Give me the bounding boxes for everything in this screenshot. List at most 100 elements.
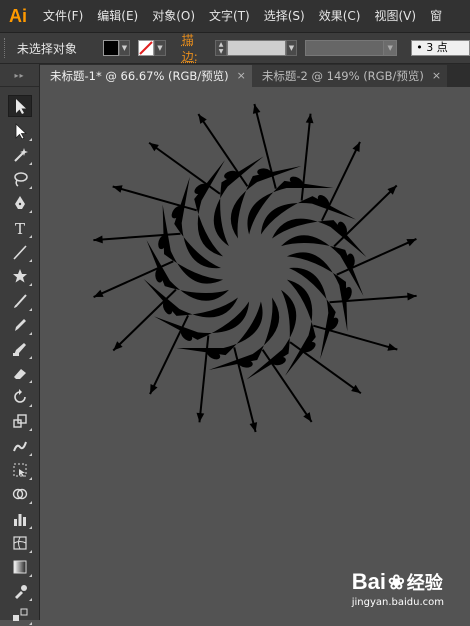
svg-text:T: T — [15, 220, 25, 237]
blob-brush-tool-button[interactable] — [8, 338, 32, 360]
flyout-indicator — [29, 622, 32, 625]
fill-dropdown-arrow[interactable]: ▼ — [118, 40, 131, 56]
selection-tool-icon — [16, 99, 26, 114]
stroke-dropdown-arrow[interactable]: ▼ — [154, 40, 166, 56]
pencil-tool-icon — [15, 319, 26, 331]
menu-file[interactable]: 文件(F) — [36, 0, 90, 32]
flyout-indicator — [29, 332, 32, 335]
variable-width-profile-select[interactable]: ▼ — [305, 40, 398, 56]
paintbrush-tool-button[interactable] — [8, 290, 32, 312]
spiral-arrow-line — [148, 141, 221, 195]
panel-grip[interactable] — [4, 38, 9, 58]
scale-tool-button[interactable] — [8, 410, 32, 432]
fill-swatch[interactable] — [102, 40, 119, 56]
flyout-indicator — [29, 380, 32, 383]
document-tabs: 未标题-1* @ 66.67% (RGB/预览) × 未标题-2 @ 149% … — [40, 64, 470, 87]
pencil-tool-button[interactable] — [8, 314, 32, 336]
stroke-label[interactable]: 描边: — [182, 31, 209, 65]
flyout-indicator — [29, 598, 32, 601]
flyout-indicator — [29, 138, 32, 141]
flyout-indicator — [29, 550, 32, 553]
spiral-arrowhead — [112, 185, 123, 193]
shape-builder-tool-icon — [12, 488, 28, 500]
spiral-blade — [162, 204, 224, 284]
spiral-arrowhead — [351, 384, 361, 394]
stroke-weight-spinner[interactable]: ▲ ▼ — [215, 40, 227, 56]
lasso-tool-icon — [14, 172, 28, 187]
lasso-tool-button[interactable] — [8, 168, 32, 190]
mesh-tool-button[interactable] — [8, 532, 32, 554]
line-segment-tool-button[interactable] — [8, 241, 32, 263]
type-tool-button[interactable]: T — [8, 217, 32, 239]
magic-wand-tool-button[interactable] — [8, 144, 32, 166]
spiral-arrow-line — [112, 288, 177, 352]
blend-tool-icon — [13, 608, 28, 621]
stroke-swatch-none[interactable] — [138, 40, 155, 56]
pen-tool-icon — [15, 196, 25, 209]
graph-tool-icon — [14, 514, 26, 526]
eraser-tool-button[interactable] — [8, 362, 32, 384]
tab-label: 未标题-2 @ 149% (RGB/预览) — [261, 69, 424, 83]
eraser-tool-icon — [14, 369, 26, 379]
menu-type[interactable]: 文字(T) — [202, 0, 257, 32]
pen-tool-button[interactable] — [8, 192, 32, 214]
stroke-weight-input[interactable] — [226, 40, 286, 56]
free-transform-tool-icon — [13, 463, 27, 477]
flyout-indicator — [29, 574, 32, 577]
spiral-arrowhead — [387, 343, 398, 351]
selection-tool-button[interactable] — [8, 95, 32, 117]
spiral-arrowhead — [149, 142, 159, 152]
chevron-down-icon: ▼ — [383, 41, 397, 55]
tools-panel-header[interactable]: ▸▸ — [0, 64, 39, 87]
graph-tool-button[interactable] — [8, 508, 32, 530]
tab-document-2[interactable]: 未标题-2 @ 149% (RGB/预览) × — [251, 65, 448, 87]
star-tool-button[interactable] — [8, 265, 32, 287]
flyout-indicator — [29, 308, 32, 311]
scale-tool-icon — [13, 414, 27, 428]
spiral-arrow-line — [321, 141, 361, 222]
flyout-indicator — [29, 235, 32, 238]
gradient-tool-button[interactable] — [8, 556, 32, 578]
watermark-url: jingyan.baidu.com — [351, 597, 444, 608]
spiral-arrowhead — [407, 292, 417, 301]
spiral-arrow-line — [261, 349, 313, 423]
eyedropper-tool-button[interactable] — [8, 580, 32, 602]
shape-builder-tool-button[interactable] — [8, 483, 32, 505]
flyout-indicator — [29, 526, 32, 529]
flyout-indicator — [29, 428, 32, 431]
direct-selection-tool-icon — [15, 123, 28, 140]
menu-view[interactable]: 视图(V) — [367, 0, 423, 32]
direct-selection-tool-button[interactable] — [8, 120, 32, 142]
flyout-indicator — [29, 283, 32, 286]
watermark-brand-suffix: 经验 — [406, 573, 443, 593]
close-icon[interactable]: × — [432, 65, 441, 87]
spiral-arrow-line — [197, 113, 249, 187]
stroke-weight-dropdown[interactable]: ▼ — [285, 40, 298, 56]
warp-tool-icon — [13, 441, 27, 452]
app-logo: Ai — [9, 5, 27, 26]
spiral-blade — [272, 218, 367, 258]
spiral-arrowhead — [303, 412, 312, 422]
tab-document-1[interactable]: 未标题-1* @ 66.67% (RGB/预览) × — [40, 65, 252, 87]
rotate-tool-icon — [14, 389, 26, 403]
spiral-arrow-line — [333, 184, 398, 248]
menu-window[interactable]: 窗 — [423, 0, 449, 32]
blend-tool-button[interactable] — [8, 604, 32, 626]
rotate-tool-button[interactable] — [8, 386, 32, 408]
paintbrush-tool-icon — [14, 294, 27, 308]
brush-point-select[interactable]: • 3 点 — [411, 40, 470, 56]
menu-object[interactable]: 对象(O) — [145, 0, 202, 32]
close-icon[interactable]: × — [237, 65, 246, 87]
control-bar: 未选择对象 ▼ ▼ 描边: ▲ ▼ ▼ ▼ • 3 点 — [0, 33, 470, 64]
artboard-canvas[interactable]: Bai ❀ 经验 jingyan.baidu.com — [41, 87, 470, 620]
menu-select[interactable]: 选择(S) — [257, 0, 312, 32]
star-tool-icon — [13, 269, 27, 283]
menu-effect[interactable]: 效果(C) — [312, 0, 368, 32]
warp-tool-button[interactable] — [8, 435, 32, 457]
menu-edit[interactable]: 编辑(E) — [90, 0, 145, 32]
free-transform-tool-button[interactable] — [8, 459, 32, 481]
paw-icon: ❀ — [387, 571, 405, 594]
spiral-blade — [143, 278, 238, 318]
tab-label: 未标题-1* @ 66.67% (RGB/预览) — [50, 69, 229, 83]
spiral-artwork[interactable] — [41, 87, 470, 620]
